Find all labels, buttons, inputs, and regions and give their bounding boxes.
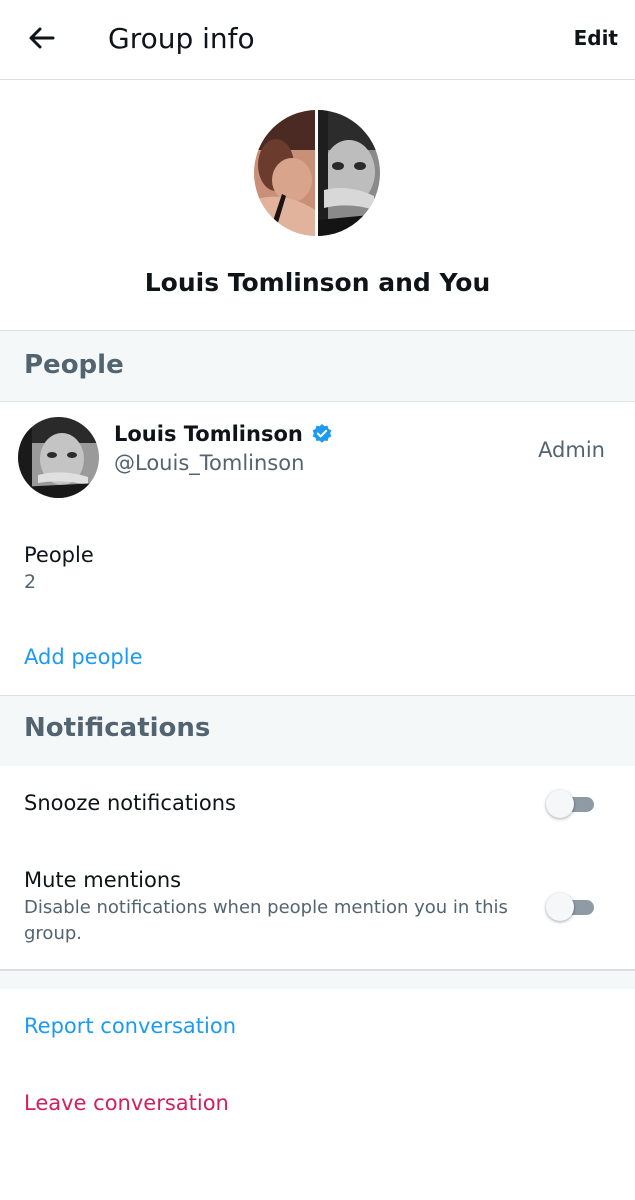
people-section-header: People — [0, 330, 635, 402]
page-title: Group info — [108, 22, 255, 55]
leave-conversation-link[interactable]: Leave conversation — [24, 1089, 229, 1117]
section-divider — [0, 969, 635, 989]
back-button[interactable] — [26, 22, 58, 54]
toggle-knob — [546, 893, 574, 921]
mute-mentions-toggle[interactable] — [546, 893, 596, 921]
avatar-image — [18, 417, 99, 498]
people-heading: People — [24, 350, 124, 380]
group-avatar-image — [254, 110, 380, 236]
snooze-notifications-toggle[interactable] — [546, 790, 596, 818]
group-avatar[interactable] — [254, 110, 380, 236]
top-bar: Group info Edit — [0, 0, 635, 80]
mute-mentions-label: Mute mentions — [24, 868, 182, 892]
people-count-label: People — [24, 543, 94, 567]
report-conversation-link[interactable]: Report conversation — [24, 1012, 236, 1040]
avatar — [18, 417, 99, 498]
notifications-section-header: Notifications — [0, 695, 635, 766]
member-name: Louis Tomlinson — [114, 419, 333, 449]
notifications-heading: Notifications — [24, 713, 211, 743]
member-role-badge: Admin — [538, 438, 605, 462]
mute-mentions-description: Disable notifications when people mentio… — [24, 897, 508, 944]
member-handle: @Louis_Tomlinson — [114, 451, 305, 475]
verified-badge-icon — [312, 424, 332, 443]
toggle-knob — [546, 790, 574, 818]
edit-button[interactable]: Edit — [574, 24, 618, 52]
people-count-value: 2 — [24, 571, 37, 593]
snooze-notifications-label: Snooze notifications — [24, 791, 236, 815]
add-people-link[interactable]: Add people — [24, 643, 143, 671]
member-row[interactable]: Louis Tomlinson @Louis_Tomlinson Admin — [0, 402, 635, 512]
arrow-left-icon — [29, 27, 55, 49]
group-name: Louis Tomlinson and You — [144, 268, 491, 297]
member-name-text: Louis Tomlinson — [114, 422, 303, 446]
